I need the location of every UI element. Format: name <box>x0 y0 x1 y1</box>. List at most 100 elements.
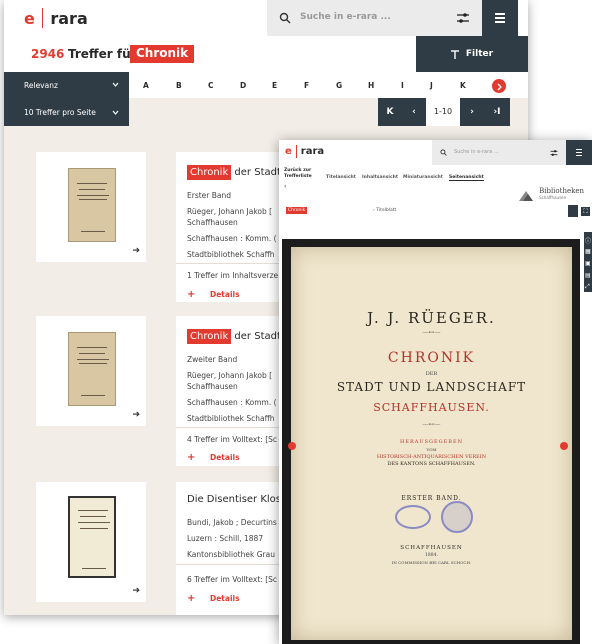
page-menu-button[interactable] <box>568 205 578 217</box>
grid-icon[interactable]: ▦ <box>585 248 591 255</box>
viewer-search-bar[interactable]: Suche in e-rara ... <box>432 140 566 165</box>
book-cover <box>68 168 116 242</box>
page-range: 1-10 <box>426 98 460 126</box>
last-page-button[interactable]: ›I <box>484 98 510 126</box>
page-title-2: DER <box>425 371 438 377</box>
search-placeholder[interactable]: Suche in e-rara ... <box>454 149 499 155</box>
letter-c[interactable]: C <box>208 81 214 90</box>
image-icon[interactable]: ▣ <box>585 260 591 267</box>
tab-title-view[interactable]: Titelansicht <box>326 175 356 180</box>
chevron-left-icon[interactable]: ‹ <box>284 183 286 190</box>
letter-k[interactable]: K <box>460 81 466 90</box>
result-title[interactable]: Chronik der Stadt u <box>187 329 290 344</box>
document-viewer-window: e rara Suche in e-rara ... Zurück zur Tr… <box>279 140 592 644</box>
result-thumbnail[interactable]: ➔ <box>36 482 146 602</box>
per-page-select[interactable]: 10 Treffer pro Seite <box>4 98 129 126</box>
e-rara-logo[interactable]: e rara <box>285 145 324 158</box>
back-to-results-link[interactable]: Zurück zur Trefferliste <box>284 168 318 180</box>
page-title-3: STADT UND LANDSCHAFT <box>336 380 527 394</box>
page-editor-3: HISTORISCH-ANTIQUARISCHEN VEREIN <box>376 454 487 460</box>
letter-j[interactable]: J <box>430 81 433 90</box>
download-icon[interactable]: ▤ <box>585 272 591 279</box>
letter-f[interactable]: F <box>304 81 309 90</box>
search-bar[interactable]: Suche in e-rara ... <box>267 0 482 36</box>
result-volume: Erster Band <box>187 191 232 200</box>
viewer-toolbar: ⓘ ▦ ▣ ▤ ⤢ <box>584 232 592 292</box>
tab-page-view[interactable]: Seitenansicht <box>449 175 484 181</box>
hit-label: Treffer für <box>68 47 137 61</box>
result-library: Stadtbibliothek Schaffh <box>187 414 275 423</box>
sort-bar: Relevanz A B C D E F G H I J K <box>4 72 528 98</box>
breadcrumb-page[interactable]: › Titelblatt <box>373 208 396 213</box>
letter-a[interactable]: A <box>143 81 149 90</box>
result-title[interactable]: Chronik der Stadt u <box>187 165 290 180</box>
page-place: SCHAFFHAUSEN <box>400 545 463 551</box>
result-hits: 1 Treffer im Inhaltsverze <box>187 271 279 280</box>
info-icon[interactable]: ⓘ <box>585 236 591 245</box>
details-link[interactable]: Details <box>210 290 240 299</box>
header: e rara Suche in e-rara ... <box>4 0 528 36</box>
tab-content-view[interactable]: Inhaltsansicht <box>362 175 398 180</box>
details-link[interactable]: Details <box>210 594 240 603</box>
result-thumbnail[interactable]: ➔ <box>36 152 146 262</box>
letter-e[interactable]: E <box>272 81 277 90</box>
details-link[interactable]: Details <box>210 453 240 462</box>
hit-count: 2946 <box>31 47 65 61</box>
search-icon <box>279 12 291 24</box>
search-placeholder[interactable]: Suche in e-rara ... <box>300 12 391 22</box>
library-logo-icon <box>519 191 533 201</box>
expand-icon[interactable]: ⤢ <box>585 283 590 291</box>
result-publisher: Schaffhausen : Komm. ( <box>187 234 277 243</box>
plus-icon: + <box>187 452 196 463</box>
next-page-arrow[interactable] <box>560 442 568 450</box>
result-place: Schaffhausen <box>187 218 238 227</box>
letter-g[interactable]: G <box>336 81 342 90</box>
chevron-down-icon <box>112 110 119 115</box>
viewer-header: e rara Suche in e-rara ... <box>279 140 592 165</box>
arrow-right-icon[interactable]: ➔ <box>132 410 140 420</box>
e-rara-logo[interactable]: e rara <box>24 8 88 28</box>
filter-icon <box>450 49 459 59</box>
letter-b[interactable]: B <box>176 81 182 90</box>
result-author: Rüeger, Johann Jakob [ <box>187 207 273 216</box>
logo-name: rara <box>50 8 88 28</box>
library-name: Bibliotheken Schaffhausen <box>539 187 584 200</box>
pagination-bar: 10 Treffer pro Seite K 1-10 ‹ › ›I <box>4 98 528 126</box>
result-volume: Zweiter Band <box>187 355 238 364</box>
book-cover <box>68 496 116 578</box>
library-stamp <box>441 501 473 533</box>
search-options-icon[interactable] <box>550 149 558 157</box>
filter-button[interactable]: Filter <box>416 36 528 72</box>
library-title: Bibliotheken <box>539 187 584 195</box>
library-stamp <box>395 505 431 529</box>
fullscreen-icon[interactable]: ⛶ <box>581 207 590 216</box>
logo-divider <box>295 145 297 158</box>
sort-select[interactable]: Relevanz <box>4 72 129 98</box>
result-author: Bundi, Jakob ; Decurtins <box>187 518 277 527</box>
breadcrumb-title[interactable]: Chronik <box>286 207 308 214</box>
chevron-right-icon <box>497 83 502 91</box>
search-options-icon[interactable] <box>456 11 470 25</box>
page-title-4: SCHAFFHAUSEN. <box>373 401 490 414</box>
filter-label: Filter <box>465 49 494 59</box>
result-library: Kantonsbibliothek Grau <box>187 550 275 559</box>
first-page-button[interactable]: K <box>378 98 402 126</box>
next-page-button[interactable]: › <box>460 98 484 126</box>
tab-thumbnail-view[interactable]: Miniaturansicht <box>403 175 443 180</box>
menu-button[interactable] <box>482 0 518 36</box>
letters-next-button[interactable] <box>492 79 506 93</box>
logo-divider <box>41 8 44 28</box>
arrow-right-icon[interactable]: ➔ <box>132 586 140 596</box>
result-thumbnail[interactable]: ➔ <box>36 316 146 426</box>
prev-page-button[interactable]: ‹ <box>402 98 426 126</box>
menu-button[interactable] <box>566 140 592 165</box>
letter-h[interactable]: H <box>368 81 374 90</box>
arrow-right-icon[interactable]: ➔ <box>132 246 140 256</box>
logo-name: rara <box>300 146 325 157</box>
title-highlight: Chronik <box>187 165 232 180</box>
prev-page-arrow[interactable] <box>288 442 296 450</box>
page-year: 1884. <box>425 553 438 558</box>
letter-i[interactable]: I <box>401 81 404 90</box>
result-author: Rüeger, Johann Jakob [ <box>187 371 273 380</box>
letter-d[interactable]: D <box>240 81 246 90</box>
